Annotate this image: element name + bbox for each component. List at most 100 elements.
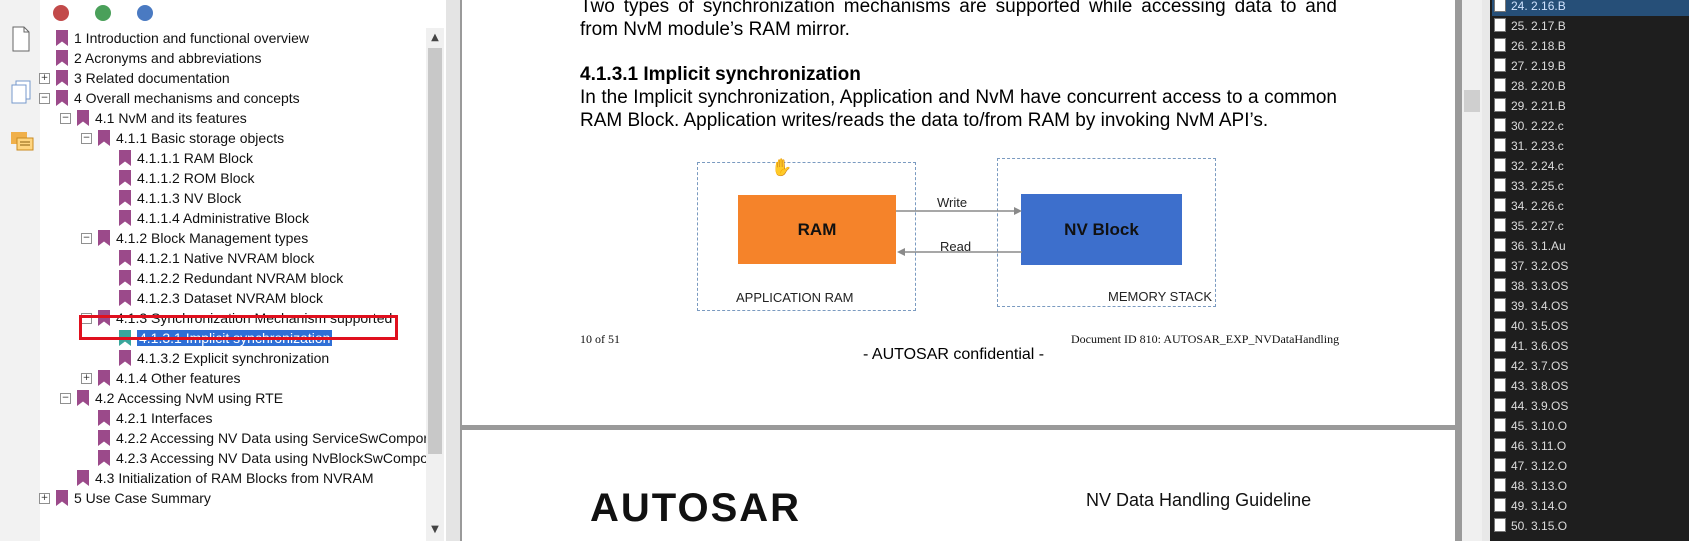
file-list-item[interactable]: 34. 2.26.c	[1494, 196, 1564, 216]
document-scrollbar[interactable]	[1462, 0, 1482, 541]
file-list-item[interactable]: 43. 3.8.OS	[1494, 376, 1568, 396]
file-list-item[interactable]: 31. 2.23.c	[1494, 136, 1564, 156]
bookmark-item[interactable]: 4.1.2 Block Management types	[98, 228, 308, 248]
file-list-item[interactable]: 32. 2.24.c	[1494, 156, 1564, 176]
collapse-toggle-icon[interactable]: −	[81, 233, 92, 244]
file-list-item[interactable]: 49. 3.14.O	[1494, 496, 1567, 516]
bookmark-icon	[56, 30, 68, 46]
expand-toggle-icon[interactable]: +	[81, 373, 92, 384]
bookmark-item[interactable]: 4.1.2.2 Redundant NVRAM block	[119, 268, 343, 288]
bookmark-icon	[77, 110, 89, 126]
bookmark-item[interactable]: 4.1.1.2 ROM Block	[119, 168, 255, 188]
file-list-item[interactable]: 39. 3.4.OS	[1494, 296, 1568, 316]
file-list-label: 44. 3.9.OS	[1511, 399, 1569, 413]
scroll-down-icon[interactable]: ▼	[426, 522, 444, 538]
bookmark-item[interactable]: 4.2.2 Accessing NV Data using ServiceSwC…	[98, 428, 439, 448]
file-list-item[interactable]: 33. 2.25.c	[1494, 176, 1564, 196]
bookmark-item[interactable]: 1 Introduction and functional overview	[56, 28, 309, 48]
file-icon	[1494, 478, 1506, 492]
bookmark-item[interactable]: 4.2 Accessing NvM using RTE	[77, 388, 283, 408]
file-list-label: 48. 3.13.O	[1511, 479, 1568, 493]
file-icon	[1494, 418, 1506, 432]
bookmark-label: 4.1.1.1 RAM Block	[137, 150, 253, 166]
file-icon	[1494, 378, 1506, 392]
file-list-label: 35. 2.27.c	[1511, 219, 1564, 233]
collapse-toggle-icon[interactable]: −	[39, 93, 50, 104]
bookmark-item[interactable]: 5 Use Case Summary	[56, 488, 211, 508]
bookmark-item[interactable]: 2 Acronyms and abbreviations	[56, 48, 262, 68]
bookmark-item[interactable]: 4.1 NvM and its features	[77, 108, 247, 128]
file-list-item[interactable]: 26. 2.18.B	[1494, 36, 1566, 56]
add-bookmark-icon[interactable]	[95, 5, 111, 21]
bookmark-icon	[56, 50, 68, 66]
file-icon	[1494, 518, 1506, 532]
bookmark-label: 5 Use Case Summary	[74, 490, 211, 506]
confidential-notice: - AUTOSAR confidential -	[863, 346, 1045, 363]
bookmarks-icon[interactable]	[10, 80, 32, 104]
file-icon	[1494, 198, 1506, 212]
bookmark-item[interactable]: 4.1.4 Other features	[98, 368, 241, 388]
file-list-item[interactable]: 28. 2.20.B	[1494, 76, 1566, 96]
document-scrollbar-thumb[interactable]	[1464, 90, 1480, 112]
file-list-item[interactable]: 38. 3.3.OS	[1494, 276, 1568, 296]
file-list-item[interactable]: 40. 3.5.OS	[1494, 316, 1568, 336]
bookmark-item[interactable]: 4.3 Initialization of RAM Blocks from NV…	[77, 468, 374, 488]
expand-toggle-icon[interactable]: +	[39, 73, 50, 84]
collapse-toggle-icon[interactable]: −	[60, 393, 71, 404]
file-list-label: 32. 2.24.c	[1511, 159, 1564, 173]
bookmark-item[interactable]: 4.1.2.3 Dataset NVRAM block	[119, 288, 323, 308]
file-list-item[interactable]: 29. 2.21.B	[1494, 96, 1566, 116]
bookmark-item[interactable]: 4.2.3 Accessing NV Data using NvBlockSwC…	[98, 448, 436, 468]
comments-icon[interactable]	[10, 130, 34, 154]
file-icon	[1494, 438, 1506, 452]
file-list-item[interactable]: 36. 3.1.Au	[1494, 236, 1566, 256]
page-thumbnails-icon[interactable]	[10, 26, 32, 52]
file-list-item[interactable]: 24. 2.16.B	[1492, 0, 1689, 16]
bookmark-icon	[119, 190, 131, 206]
delete-bookmark-icon[interactable]	[53, 5, 69, 21]
bookmark-icon	[119, 250, 131, 266]
expand-bookmark-icon[interactable]	[137, 5, 153, 21]
bookmark-item[interactable]: 4.1.3.2 Explicit synchronization	[119, 348, 329, 368]
collapse-toggle-icon[interactable]: −	[60, 113, 71, 124]
file-list-item[interactable]: 41. 3.6.OS	[1494, 336, 1568, 356]
file-list-item[interactable]: 30. 2.22.c	[1494, 116, 1564, 136]
file-list-item[interactable]: 45. 3.10.O	[1494, 416, 1567, 436]
file-list-item[interactable]: 35. 2.27.c	[1494, 216, 1564, 236]
file-list-item[interactable]: 46. 3.11.O	[1494, 436, 1566, 456]
bookmark-label: 4.1.2 Block Management types	[116, 230, 309, 246]
bookmark-item[interactable]: 4.1.1.3 NV Block	[119, 188, 241, 208]
bookmark-item[interactable]: 4.2.1 Interfaces	[98, 408, 213, 428]
bookmark-icon	[119, 290, 131, 306]
expand-toggle-icon[interactable]: +	[39, 493, 50, 504]
file-list-item[interactable]: 37. 3.2.OS	[1494, 256, 1568, 276]
bookmark-item[interactable]: 3 Related documentation	[56, 68, 230, 88]
file-list-item[interactable]: 48. 3.13.O	[1494, 476, 1567, 496]
file-list-item[interactable]: 25. 2.17.B	[1494, 16, 1566, 36]
bookmark-icon	[56, 70, 68, 86]
file-list-item[interactable]: 50. 3.15.O	[1494, 516, 1567, 536]
file-list-item[interactable]: 44. 3.9.OS	[1494, 396, 1568, 416]
file-list-item[interactable]: 47. 3.12.O	[1494, 456, 1567, 476]
bookmark-icon	[119, 350, 131, 366]
file-list-item[interactable]: 27. 2.19.B	[1494, 56, 1566, 76]
collapse-toggle-icon[interactable]: −	[81, 133, 92, 144]
scroll-up-icon[interactable]: ▲	[426, 30, 444, 46]
bookmark-item[interactable]: 4.1.2.1 Native NVRAM block	[119, 248, 314, 268]
bookmark-item[interactable]: 4.1.1.4 Administrative Block	[119, 208, 309, 228]
ram-box: RAM	[738, 195, 896, 264]
file-icon	[1494, 158, 1506, 172]
bookmark-icon	[119, 170, 131, 186]
file-list-item[interactable]: 42. 3.7.OS	[1494, 356, 1568, 376]
bookmark-item[interactable]: 4 Overall mechanisms and concepts	[56, 88, 300, 108]
file-list-label: 39. 3.4.OS	[1511, 299, 1569, 313]
bookmark-label: 4.2 Accessing NvM using RTE	[95, 390, 284, 406]
bookmark-item[interactable]: 4.1.1.1 RAM Block	[119, 148, 253, 168]
file-list-label: 42. 3.7.OS	[1511, 359, 1569, 373]
file-panel-separator	[1482, 0, 1490, 541]
bookmark-label: 4.1.3.2 Explicit synchronization	[137, 350, 330, 366]
read-arrow-label: Read	[940, 239, 972, 254]
bookmark-item[interactable]: 4.1.1 Basic storage objects	[98, 128, 284, 148]
tree-scrollbar-thumb[interactable]	[428, 48, 442, 454]
panel-splitter[interactable]	[446, 0, 460, 541]
